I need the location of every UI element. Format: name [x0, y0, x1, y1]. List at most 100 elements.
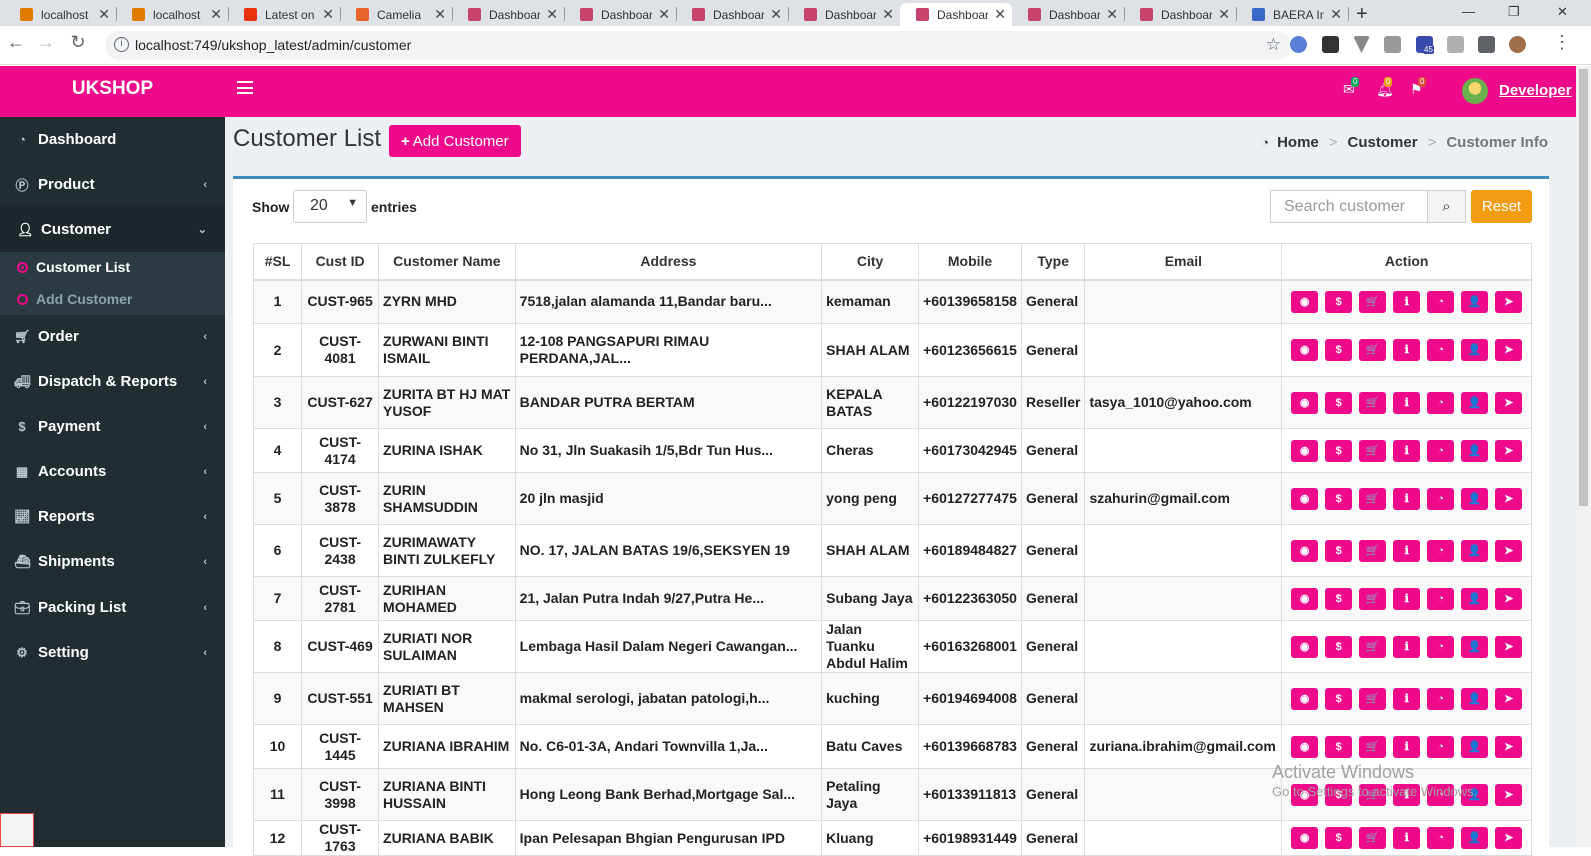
url-bar[interactable]: i localhost:749/ukshop_latest/admin/cust…: [105, 31, 1291, 60]
close-tab-icon[interactable]: ✕: [658, 6, 670, 23]
profile-button[interactable]: 👤: [1461, 439, 1489, 462]
profile-button[interactable]: 👤: [1461, 587, 1489, 610]
window-close-icon[interactable]: ✕: [1545, 0, 1585, 23]
dashboard-button[interactable]: ◔: [1427, 290, 1455, 313]
column-header[interactable]: Customer Name: [378, 243, 516, 281]
close-tab-icon[interactable]: ✕: [770, 6, 782, 23]
info-button[interactable]: ℹ: [1393, 587, 1421, 610]
view-button[interactable]: ◉: [1291, 539, 1319, 562]
close-tab-icon[interactable]: ✕: [1330, 6, 1342, 23]
browser-tab[interactable]: Camelia ✕: [340, 3, 452, 26]
user-avatar[interactable]: [1462, 78, 1488, 104]
send-button[interactable]: ➤: [1495, 783, 1523, 806]
orders-button[interactable]: 🛒: [1359, 635, 1387, 658]
sidebar-toggle-icon[interactable]: [237, 81, 253, 94]
dashboard-button[interactable]: ◔: [1427, 735, 1455, 758]
submenu-item-customer-list[interactable]: Customer List: [17, 257, 130, 277]
close-tab-icon[interactable]: ✕: [882, 6, 894, 23]
puzzle-icon[interactable]: [1478, 36, 1495, 53]
payment-button[interactable]: $: [1325, 539, 1353, 562]
info-button[interactable]: ℹ: [1393, 487, 1421, 510]
sidebar-item-product[interactable]: Ⓟ Product ‹: [0, 162, 225, 207]
browser-tab[interactable]: Dashboard ✕: [900, 3, 1012, 26]
sidebar-item-accounts[interactable]: ▦ Accounts ‹: [0, 449, 225, 494]
close-tab-icon[interactable]: ✕: [98, 6, 110, 23]
send-button[interactable]: ➤: [1495, 487, 1523, 510]
column-header[interactable]: Cust ID: [301, 243, 380, 281]
flag-icon[interactable]: ⚑ 0: [1410, 77, 1427, 98]
profile-button[interactable]: 👤: [1461, 735, 1489, 758]
profile-button[interactable]: 👤: [1461, 687, 1489, 710]
sidebar-item-order[interactable]: 🛒︎ Order ‹: [0, 314, 225, 359]
payment-button[interactable]: $: [1325, 587, 1353, 610]
send-button[interactable]: ➤: [1495, 391, 1523, 414]
column-header[interactable]: City: [821, 243, 920, 281]
view-button[interactable]: ◉: [1291, 687, 1319, 710]
browser-tab[interactable]: localhost ✕: [4, 3, 116, 26]
sidebar-item-customer[interactable]: 👤︎ Customer ⌄: [0, 207, 225, 252]
view-button[interactable]: ◉: [1291, 391, 1319, 414]
profile-button[interactable]: 👤: [1461, 290, 1489, 313]
column-header[interactable]: Type: [1020, 243, 1086, 281]
sidebar-item-shipments[interactable]: ⛴ Shipments ‹: [0, 539, 225, 584]
user-menu[interactable]: Developer: [1499, 82, 1572, 99]
orders-button[interactable]: 🛒: [1359, 290, 1387, 313]
profile-button[interactable]: 👤: [1461, 635, 1489, 658]
info-button[interactable]: ℹ: [1393, 635, 1421, 658]
send-button[interactable]: ➤: [1495, 439, 1523, 462]
close-tab-icon[interactable]: ✕: [434, 6, 446, 23]
browser-tab[interactable]: Latest on ✕: [228, 3, 340, 26]
orders-button[interactable]: 🛒: [1359, 827, 1387, 849]
orders-button[interactable]: 🛒: [1359, 339, 1387, 361]
extension-icon[interactable]: 45: [1416, 36, 1434, 54]
dashboard-button[interactable]: ◔: [1427, 391, 1455, 414]
send-button[interactable]: ➤: [1495, 687, 1523, 710]
submenu-item-add-customer[interactable]: Add Customer: [17, 289, 132, 309]
view-button[interactable]: ◉: [1291, 635, 1319, 658]
browser-tab[interactable]: Dashboard ✕: [1124, 3, 1236, 26]
profile-button[interactable]: 👤: [1461, 539, 1489, 562]
orders-button[interactable]: 🛒: [1359, 735, 1387, 758]
search-button[interactable]: ⌕: [1428, 190, 1466, 223]
page-scrollbar[interactable]: [1576, 66, 1591, 847]
close-tab-icon[interactable]: ✕: [322, 6, 334, 23]
extension-icon[interactable]: [1290, 36, 1307, 53]
sidebar-item-setting[interactable]: ⚙ Setting ‹: [0, 630, 225, 675]
new-tab-button[interactable]: +: [1350, 3, 1380, 26]
browser-tab[interactable]: BAERA In ✕: [1236, 3, 1348, 26]
scrollbar-thumb[interactable]: [1579, 69, 1588, 506]
debug-corner-icon[interactable]: [0, 813, 34, 847]
sidebar-item-dashboard[interactable]: ◔ Dashboard: [0, 117, 225, 162]
view-button[interactable]: ◉: [1291, 487, 1319, 510]
reload-icon[interactable]: ↻: [66, 32, 90, 53]
info-button[interactable]: ℹ: [1393, 687, 1421, 710]
dashboard-button[interactable]: ◔: [1427, 439, 1455, 462]
payment-button[interactable]: $: [1325, 827, 1353, 849]
payment-button[interactable]: $: [1325, 391, 1353, 414]
orders-button[interactable]: 🛒: [1359, 439, 1387, 462]
dashboard-button[interactable]: ◔: [1427, 635, 1455, 658]
browser-tab[interactable]: Dashboard ✕: [452, 3, 564, 26]
profile-button[interactable]: 👤: [1461, 487, 1489, 510]
dashboard-button[interactable]: ◔: [1427, 339, 1455, 361]
orders-button[interactable]: 🛒: [1359, 587, 1387, 610]
view-button[interactable]: ◉: [1291, 339, 1319, 361]
sidebar-item-dispatch-reports[interactable]: 🚚︎ Dispatch & Reports ‹: [0, 359, 225, 404]
send-button[interactable]: ➤: [1495, 339, 1523, 361]
view-button[interactable]: ◉: [1291, 827, 1319, 849]
send-button[interactable]: ➤: [1495, 827, 1523, 849]
column-header[interactable]: Action: [1281, 243, 1532, 281]
profile-button[interactable]: 👤: [1461, 339, 1489, 361]
window-restore-icon[interactable]: ❐: [1496, 0, 1536, 23]
column-header[interactable]: Address: [514, 243, 823, 281]
browser-tab[interactable]: localhost ✕: [116, 3, 228, 26]
orders-button[interactable]: 🛒: [1359, 539, 1387, 562]
column-header[interactable]: #SL: [252, 243, 303, 281]
breadcrumb-customer[interactable]: Customer: [1348, 134, 1418, 151]
dashboard-button[interactable]: ◔: [1427, 487, 1455, 510]
payment-button[interactable]: $: [1325, 290, 1353, 313]
send-button[interactable]: ➤: [1495, 735, 1523, 758]
payment-button[interactable]: $: [1325, 735, 1353, 758]
dashboard-button[interactable]: ◔: [1427, 539, 1455, 562]
window-minimize-icon[interactable]: —: [1450, 0, 1490, 23]
